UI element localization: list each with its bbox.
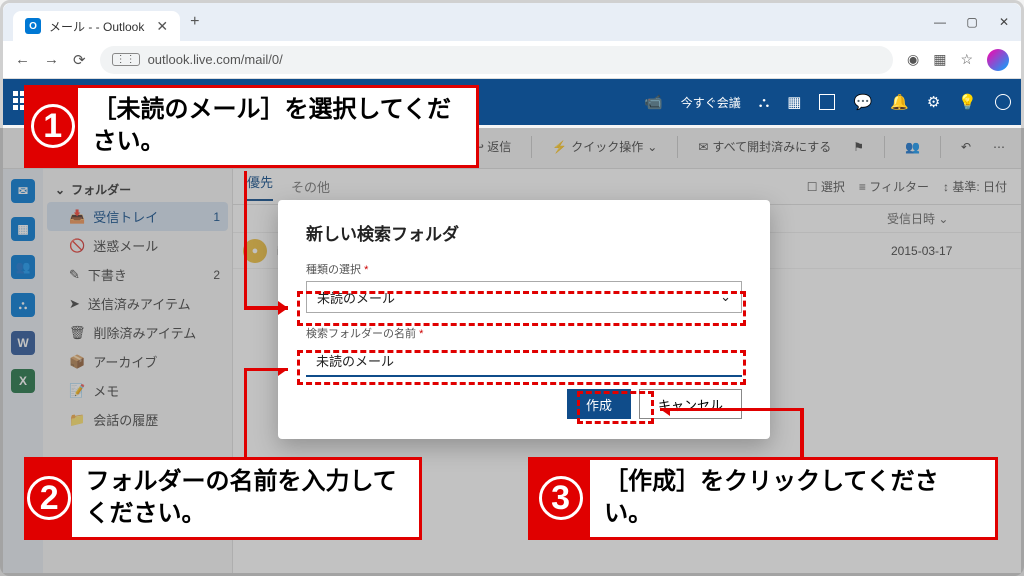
new-search-folder-modal: 新しい検索フォルダ 種類の選択 * 未読のメール ⌄ 検索フォルダーの名前 * …: [278, 200, 770, 439]
reload-icon[interactable]: ⟳: [73, 51, 86, 69]
profile-avatar[interactable]: [987, 49, 1009, 71]
create-button[interactable]: 作成: [567, 389, 631, 419]
type-label: 種類の選択 *: [306, 261, 742, 277]
eye-icon[interactable]: ◉: [907, 51, 919, 68]
gear-icon[interactable]: ⚙: [927, 93, 940, 111]
modal-title: 新しい検索フォルダ: [306, 220, 742, 245]
site-info-icon[interactable]: ⋮⋮: [112, 53, 140, 66]
bell-icon[interactable]: 🔔: [890, 93, 909, 111]
close-window-icon[interactable]: ✕: [997, 15, 1011, 29]
window-controls: — ▢ ✕: [933, 15, 1011, 29]
lightbulb-icon[interactable]: 💡: [958, 93, 977, 111]
name-label: 検索フォルダーの名前 *: [306, 325, 742, 341]
meet-now-button[interactable]: 今すぐ会議: [681, 94, 741, 111]
url-input[interactable]: ⋮⋮ outlook.live.com/mail/0/: [100, 46, 893, 74]
url-text: outlook.live.com/mail/0/: [148, 52, 283, 67]
callout-3-number: 3: [531, 460, 590, 537]
browser-tab[interactable]: O メール - - Outlook ✕: [13, 11, 180, 41]
extension-icon[interactable]: ▦: [933, 51, 946, 68]
folder-name-input[interactable]: 未読のメール: [306, 345, 742, 377]
calendar-mini-icon[interactable]: ▦: [787, 93, 801, 111]
app-icon[interactable]: [819, 94, 835, 110]
star-icon[interactable]: ☆: [960, 51, 973, 68]
browser-titlebar: O メール - - Outlook ✕ + — ▢ ✕: [3, 3, 1021, 41]
tab-title: メール - - Outlook: [49, 18, 144, 35]
new-tab-button[interactable]: +: [190, 13, 199, 31]
maximize-icon[interactable]: ▢: [965, 15, 979, 29]
callout-2-text: フォルダーの名前を入力してください。: [72, 460, 419, 537]
close-tab-icon[interactable]: ✕: [156, 18, 168, 35]
callout-2-number: 2: [27, 460, 72, 537]
callout-2: 2 フォルダーの名前を入力してください。: [24, 457, 422, 540]
callout-3: 3 ［作成］をクリックしてください。: [528, 457, 998, 540]
callout-3-text: ［作成］をクリックしてください。: [590, 460, 995, 537]
account-icon[interactable]: [995, 94, 1011, 110]
browser-address-bar: ← → ⟳ ⋮⋮ outlook.live.com/mail/0/ ◉ ▦ ☆: [3, 41, 1021, 79]
teams-icon[interactable]: ⛬: [759, 94, 770, 111]
callout-1: 1 ［未読のメール］を選択してください。: [24, 85, 479, 168]
callout-1-text: ［未読のメール］を選択してください。: [78, 88, 476, 165]
chat-icon[interactable]: 💬: [853, 93, 872, 111]
arrow-to-type: [244, 170, 304, 320]
arrow-to-name: [244, 368, 304, 468]
forward-icon[interactable]: →: [44, 51, 59, 68]
minimize-icon[interactable]: —: [933, 15, 947, 29]
type-value: 未読のメール: [317, 288, 395, 307]
chevron-down-icon: ⌄: [720, 289, 731, 305]
back-icon[interactable]: ←: [15, 51, 30, 68]
outlook-favicon: O: [25, 18, 41, 34]
callout-1-number: 1: [27, 88, 78, 165]
type-select[interactable]: 未読のメール ⌄: [306, 281, 742, 313]
name-value: 未読のメール: [316, 351, 394, 370]
camera-icon[interactable]: 📹: [644, 93, 663, 111]
